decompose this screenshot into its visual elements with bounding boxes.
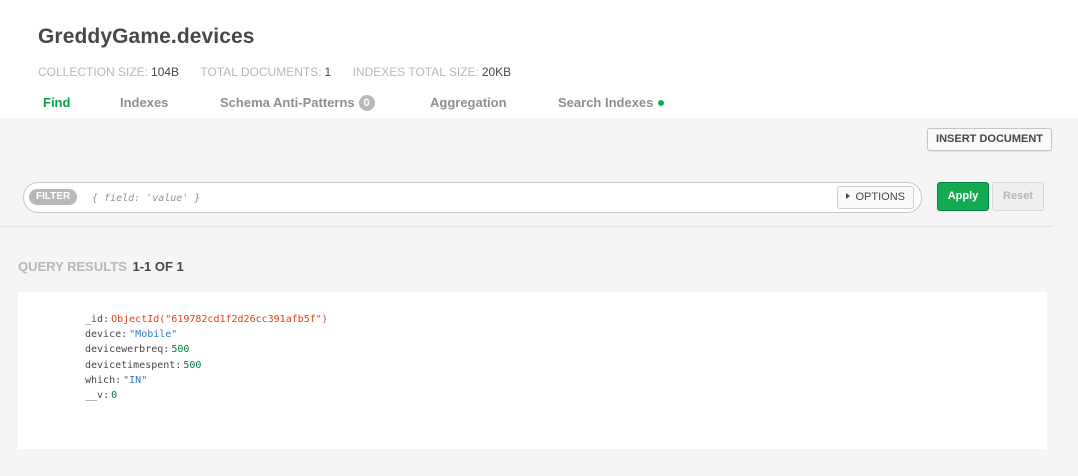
tab-label: Schema Anti-Patterns [220,95,355,110]
field-key: device [85,329,122,341]
stat-total-documents: TOTAL DOCUMENTS: 1 [200,65,331,79]
document-field[interactable]: which: "IN" [85,373,328,388]
options-label: OPTIONS [855,191,905,203]
reset-button[interactable]: Reset [992,182,1044,211]
field-value: "IN" [123,374,148,386]
stat-label: TOTAL DOCUMENTS: [200,65,322,79]
field-value: ObjectId("619782cd1f2d26cc391afb5f") [111,314,328,325]
field-key: which [85,374,116,386]
field-value: 0 [111,390,118,402]
tab-indexes[interactable]: Indexes [120,95,168,110]
stat-value: 20KB [481,65,512,79]
collection-header: GreddyGame.devices COLLECTION SIZE: 104B … [0,0,1078,118]
tab-label: Search Indexes [558,95,654,110]
apply-button[interactable]: Apply [937,182,989,211]
document-field[interactable]: _id: ObjectId("619782cd1f2d26cc391afb5f") [85,312,328,327]
field-key: _id [85,314,104,325]
field-colon: : [115,374,122,386]
collection-stats: COLLECTION SIZE: 104B TOTAL DOCUMENTS: 1 I… [38,65,529,79]
stat-indexes-total-size: INDEXES TOTAL SIZE: 20KB [353,65,512,79]
query-bar: FILTER OPTIONS Apply Reset [0,162,1053,227]
document-card[interactable]: _id: ObjectId("619782cd1f2d26cc391afb5f")… [18,292,1047,449]
insert-document-button[interactable]: INSERT DOCUMENT [927,128,1052,151]
stat-collection-size: COLLECTION SIZE: 104B [38,65,179,79]
field-colon: : [175,359,182,371]
field-value: "Mobile" [129,329,178,341]
stat-label: COLLECTION SIZE: [38,65,149,79]
tab-aggregation[interactable]: Aggregation [430,95,507,110]
field-colon: : [163,344,170,356]
document-field[interactable]: devicewerbreq: 500 [85,342,328,357]
query-results-header: QUERY RESULTS 1-1 OF 1 [18,259,184,274]
field-value: 500 [171,344,190,356]
document-fields: _id: ObjectId("619782cd1f2d26cc391afb5f")… [85,312,328,403]
results-label: QUERY RESULTS [18,259,127,274]
document-field[interactable]: __v: 0 [85,388,328,403]
field-colon: : [103,314,110,325]
options-button[interactable]: OPTIONS [837,186,914,209]
field-colon: : [121,329,128,341]
field-key: __v [85,390,104,402]
field-key: devicetimespent [85,359,176,371]
tab-search-indexes[interactable]: Search Indexes [558,95,665,110]
filter-bar: FILTER OPTIONS [23,182,922,213]
stat-value: 104B [151,65,180,79]
status-dot-icon [658,99,665,106]
filter-tag: FILTER [29,189,78,205]
filter-input[interactable] [90,188,834,209]
stat-label: INDEXES TOTAL SIZE: [352,65,479,79]
count-badge: 0 [358,94,375,111]
tab-schema-anti-patterns[interactable]: Schema Anti-Patterns 0 [220,94,375,112]
stat-value: 1 [324,65,332,79]
page-title: GreddyGame.devices [38,25,255,48]
field-key: devicewerbreq [85,344,164,356]
document-field[interactable]: device: "Mobile" [85,327,328,342]
caret-right-icon [846,193,851,200]
tab-find[interactable]: Find [43,95,70,110]
results-count: 1-1 OF 1 [132,259,184,274]
field-value: 500 [183,359,202,371]
document-field[interactable]: devicetimespent: 500 [85,358,328,373]
field-colon: : [103,390,110,402]
